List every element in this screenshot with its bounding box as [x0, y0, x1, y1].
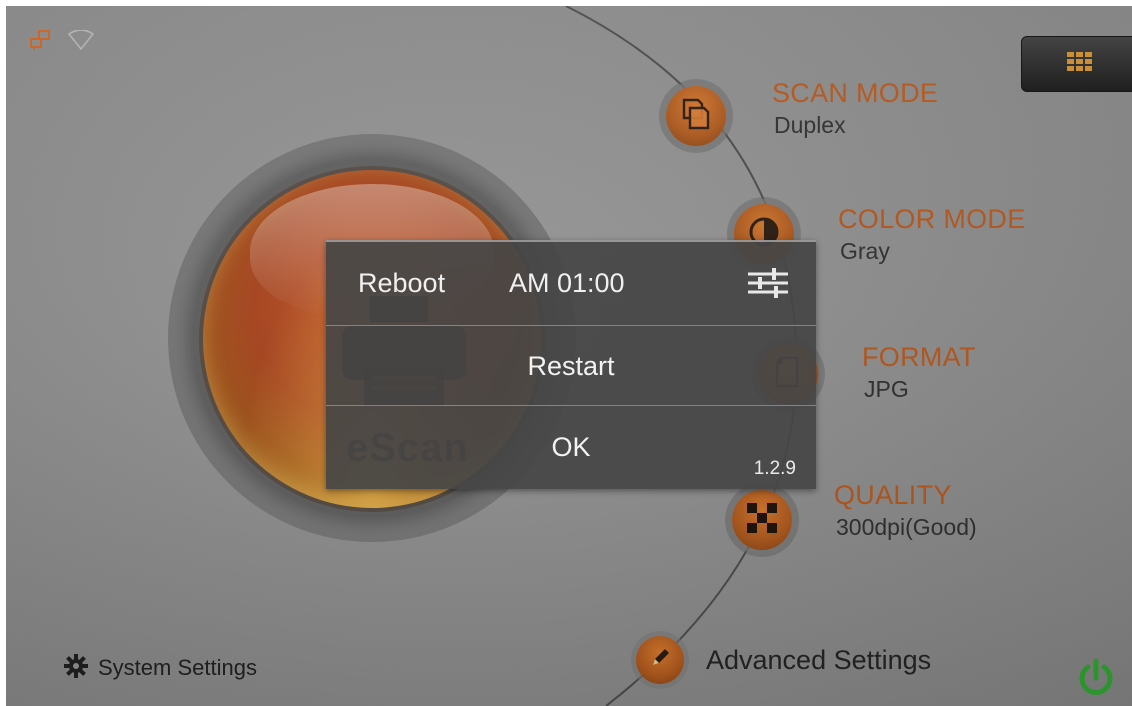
quality-value: 300dpi(Good) [836, 514, 977, 540]
scan-mode-title: SCAN MODE [772, 78, 939, 108]
color-mode-title: COLOR MODE [838, 204, 1026, 234]
scan-mode-value: Duplex [774, 112, 846, 138]
restart-button[interactable]: Restart [527, 351, 614, 382]
format-value: JPG [864, 376, 909, 402]
quality-button[interactable] [732, 490, 792, 550]
version-label: 1.2.9 [753, 458, 796, 479]
advanced-settings-icon-button[interactable] [636, 636, 684, 684]
reboot-time[interactable]: AM 01:00 [509, 268, 625, 299]
reboot-label: Reboot [358, 267, 446, 298]
reboot-schedule-row: Reboot AM 01:00 [326, 242, 816, 324]
advanced-settings-button[interactable]: Advanced Settings [636, 636, 931, 684]
duplex-pages-icon [678, 96, 714, 136]
gear-icon [64, 654, 88, 682]
reboot-dialog: Reboot AM 01:00 Restart OK 1.2.9 [326, 240, 816, 489]
pencil-icon [648, 646, 672, 674]
sliders-icon[interactable] [748, 266, 788, 305]
scan-mode-button[interactable] [666, 86, 726, 146]
quality-title: QUALITY [834, 480, 952, 510]
ok-row[interactable]: OK 1.2.9 [326, 405, 816, 488]
color-mode-value: Gray [840, 238, 890, 264]
advanced-settings-label: Advanced Settings [706, 644, 932, 675]
system-settings-button[interactable]: System Settings [64, 654, 257, 682]
checker-icon [747, 503, 777, 537]
format-title: FORMAT [862, 342, 976, 372]
power-icon[interactable] [1076, 658, 1116, 702]
restart-row[interactable]: Restart [326, 325, 816, 406]
system-settings-label: System Settings [98, 655, 257, 680]
ok-button[interactable]: OK [551, 432, 590, 463]
